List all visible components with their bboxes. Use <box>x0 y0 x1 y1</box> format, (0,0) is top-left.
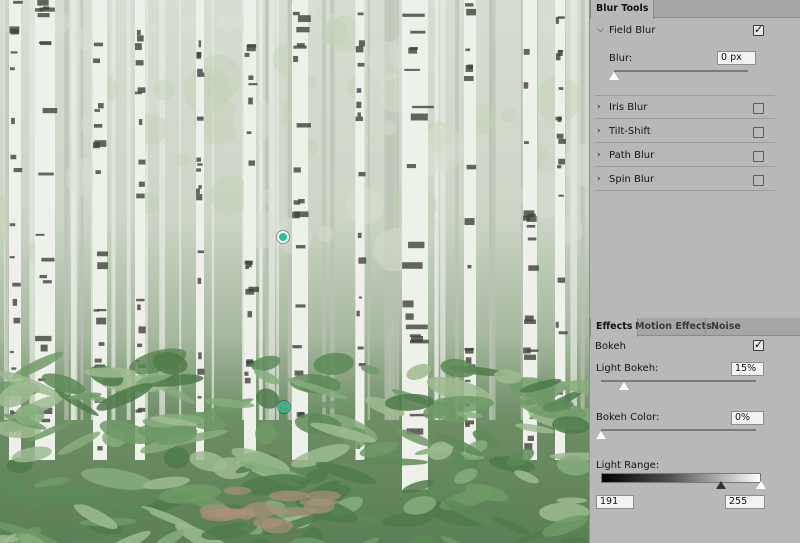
light-range-label: Light Range: <box>596 460 660 471</box>
light-range-high-input[interactable]: 255 <box>725 495 765 509</box>
bokeh-label: Bokeh <box>595 341 626 352</box>
chevron-right-icon[interactable]: › <box>597 126 607 136</box>
chevron-down-icon[interactable]: ⌵ <box>597 25 607 35</box>
field-blur-label: Field Blur <box>609 25 656 36</box>
light-range-gradient <box>601 473 761 483</box>
spin-blur-row[interactable]: › Spin Blur <box>595 169 775 191</box>
light-bokeh-label: Light Bokeh: <box>596 363 659 374</box>
bokeh-color-label: Bokeh Color: <box>596 412 660 423</box>
tab-noise[interactable]: Noise <box>705 318 746 336</box>
blur-tools-tabbar: Blur Tools <box>590 0 800 19</box>
tab-blur-tools[interactable]: Blur Tools <box>590 0 655 19</box>
light-bokeh-slider-thumb[interactable] <box>618 381 631 391</box>
blur-panel: Blur Tools ⌵ Field Blur Blur: 0 px › Iri… <box>589 0 800 543</box>
bokeh-color-input[interactable]: 0% <box>731 411 764 425</box>
blur-amount-slider-track[interactable] <box>614 70 748 72</box>
spin-blur-checkbox[interactable] <box>753 175 764 186</box>
field-blur-divider <box>595 95 775 96</box>
path-blur-checkbox[interactable] <box>753 151 764 162</box>
bokeh-color-slider-track[interactable] <box>601 429 756 431</box>
iris-blur-checkbox[interactable] <box>753 103 764 114</box>
effects-tabbar: Effects Motion Effects Noise <box>590 318 800 337</box>
iris-blur-row[interactable]: › Iris Blur <box>595 97 775 119</box>
light-bokeh-input[interactable]: 15% <box>731 362 764 376</box>
chevron-right-icon[interactable]: › <box>597 174 607 184</box>
image-canvas[interactable] <box>0 0 589 543</box>
spin-blur-label: Spin Blur <box>609 174 655 185</box>
chevron-right-icon[interactable]: › <box>597 150 607 160</box>
bokeh-checkbox[interactable] <box>753 338 764 351</box>
blur-amount-input[interactable]: 0 px <box>717 51 756 65</box>
tilt-shift-label: Tilt-Shift <box>609 126 651 137</box>
field-blur-checkbox[interactable] <box>753 23 764 36</box>
birch-forest-photo <box>0 0 589 543</box>
blur-pin[interactable] <box>278 401 290 413</box>
light-range-low-thumb[interactable] <box>714 480 727 490</box>
tilt-shift-checkbox[interactable] <box>753 127 764 138</box>
path-blur-label: Path Blur <box>609 150 655 161</box>
light-range-high-thumb[interactable] <box>755 480 767 490</box>
field-blur-row[interactable]: ⌵ Field Blur <box>595 20 775 42</box>
bokeh-color-slider-thumb[interactable] <box>595 430 607 440</box>
iris-blur-label: Iris Blur <box>609 102 648 113</box>
path-blur-row[interactable]: › Path Blur <box>595 145 775 167</box>
light-range-low-input[interactable]: 191 <box>596 495 634 509</box>
chevron-right-icon[interactable]: › <box>597 102 607 112</box>
tab-motion-effects[interactable]: Motion Effects <box>630 318 717 336</box>
tilt-shift-row[interactable]: › Tilt-Shift <box>595 121 775 143</box>
blur-amount-label: Blur: <box>609 53 633 64</box>
blur-amount-slider-thumb[interactable] <box>608 71 620 81</box>
blur-pin-selected[interactable] <box>277 231 289 243</box>
